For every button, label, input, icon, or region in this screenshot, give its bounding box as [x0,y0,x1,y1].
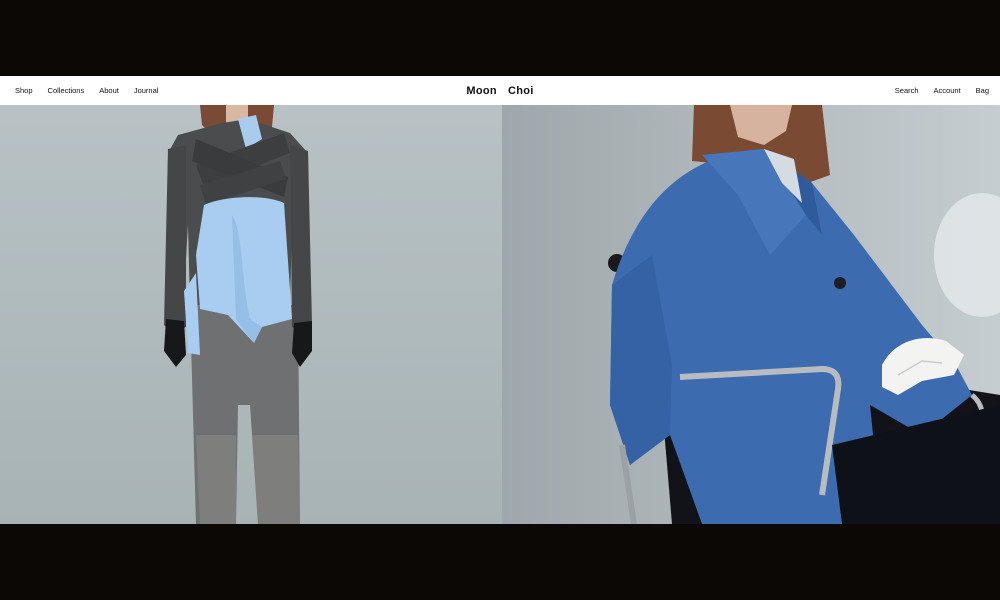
hero-image-right-illustration [608,105,1000,524]
hero-image-right[interactable] [502,105,1000,524]
letterbox-bottom [0,524,1000,600]
utility-nav: Search Account Bag [880,86,989,95]
primary-nav: Shop Collections About Journal [15,86,173,95]
hero-section [0,105,1000,524]
hero-image-left[interactable] [0,105,502,524]
site-header: Shop Collections About Journal Moon Choi… [0,76,1000,105]
brand-logo[interactable]: Moon Choi [466,85,533,97]
nav-journal-link[interactable]: Journal [134,86,159,95]
brand-logo-first: Moon [466,84,497,97]
letterbox-top [0,0,1000,76]
nav-collections-link[interactable]: Collections [48,86,85,95]
nav-shop-link[interactable]: Shop [15,86,33,95]
nav-about-link[interactable]: About [99,86,119,95]
hero-image-left-illustration [164,105,312,524]
nav-account-link[interactable]: Account [934,86,961,95]
nav-search-link[interactable]: Search [895,86,919,95]
brand-logo-second: Choi [507,84,534,97]
nav-bag-link[interactable]: Bag [976,86,989,95]
